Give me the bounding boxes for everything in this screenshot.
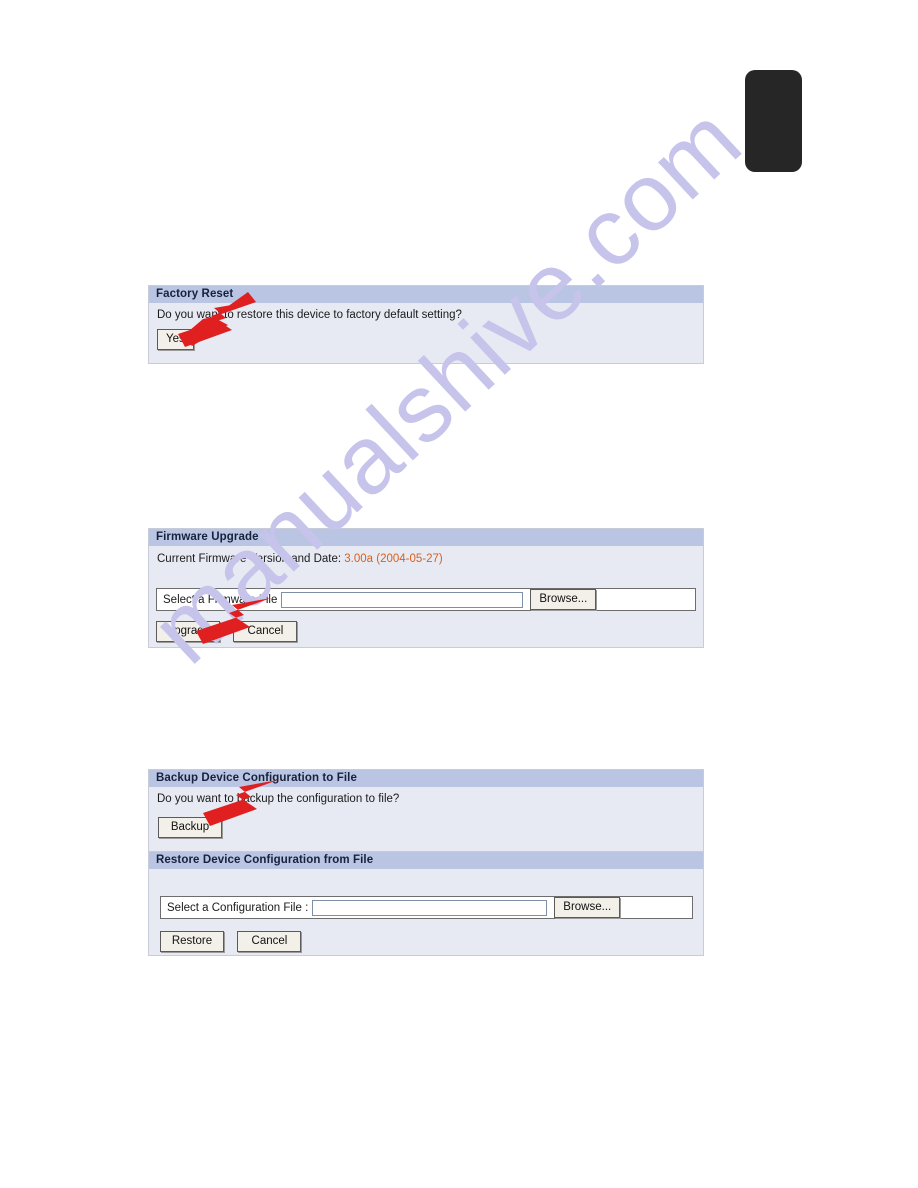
firmware-browse-wrap: Browse... <box>523 589 597 610</box>
backup-config-panel: Backup Device Configuration to File Do y… <box>148 769 704 852</box>
backup-config-prompt: Do you want to backup the configuration … <box>157 793 400 805</box>
restore-browse-button[interactable]: Browse... <box>554 897 621 918</box>
firmware-upgrade-panel-body: Current Firmware Version and Date: 3.00a… <box>149 546 703 642</box>
upgrade-button[interactable]: Upgrade <box>156 621 220 642</box>
factory-reset-panel: Factory Reset Do you want to restore thi… <box>148 285 704 364</box>
firmware-cancel-button[interactable]: Cancel <box>233 621 298 642</box>
firmware-version-value: 3.00a (2004-05-27) <box>344 553 443 565</box>
restore-cancel-button[interactable]: Cancel <box>237 931 302 952</box>
restore-file-label: Select a Configuration File : <box>167 901 309 914</box>
firmware-upgrade-panel: Firmware Upgrade Current Firmware Versio… <box>148 528 704 648</box>
backup-config-panel-title: Backup Device Configuration to File <box>149 770 703 787</box>
firmware-upgrade-panel-title: Firmware Upgrade <box>149 529 703 546</box>
backup-button[interactable]: Backup <box>158 817 222 838</box>
restore-file-row: Select a Configuration File : Browse... <box>160 896 693 919</box>
backup-config-panel-body: Do you want to backup the configuration … <box>149 787 703 838</box>
firmware-file-input[interactable] <box>281 591 524 608</box>
factory-reset-panel-title: Factory Reset <box>149 286 703 303</box>
factory-reset-prompt: Do you want to restore this device to fa… <box>157 309 462 321</box>
restore-config-panel: Restore Device Configuration from File S… <box>148 852 704 956</box>
firmware-version-line: Current Firmware Version and Date: 3.00a… <box>149 546 703 566</box>
firmware-file-label: Select a Firmware File <box>163 593 278 606</box>
yes-button[interactable]: Yes <box>157 329 194 350</box>
restore-button[interactable]: Restore <box>160 931 224 952</box>
restore-browse-wrap: Browse... <box>547 897 621 918</box>
factory-reset-panel-body: Do you want to restore this device to fa… <box>149 303 703 350</box>
page-tab-marker <box>745 70 802 172</box>
firmware-browse-button[interactable]: Browse... <box>530 589 597 610</box>
firmware-version-label: Current Firmware Version and Date: <box>157 553 342 565</box>
restore-file-input[interactable] <box>312 899 548 916</box>
restore-config-panel-title: Restore Device Configuration from File <box>149 852 703 869</box>
firmware-file-row: Select a Firmware File Browse... <box>156 588 696 611</box>
